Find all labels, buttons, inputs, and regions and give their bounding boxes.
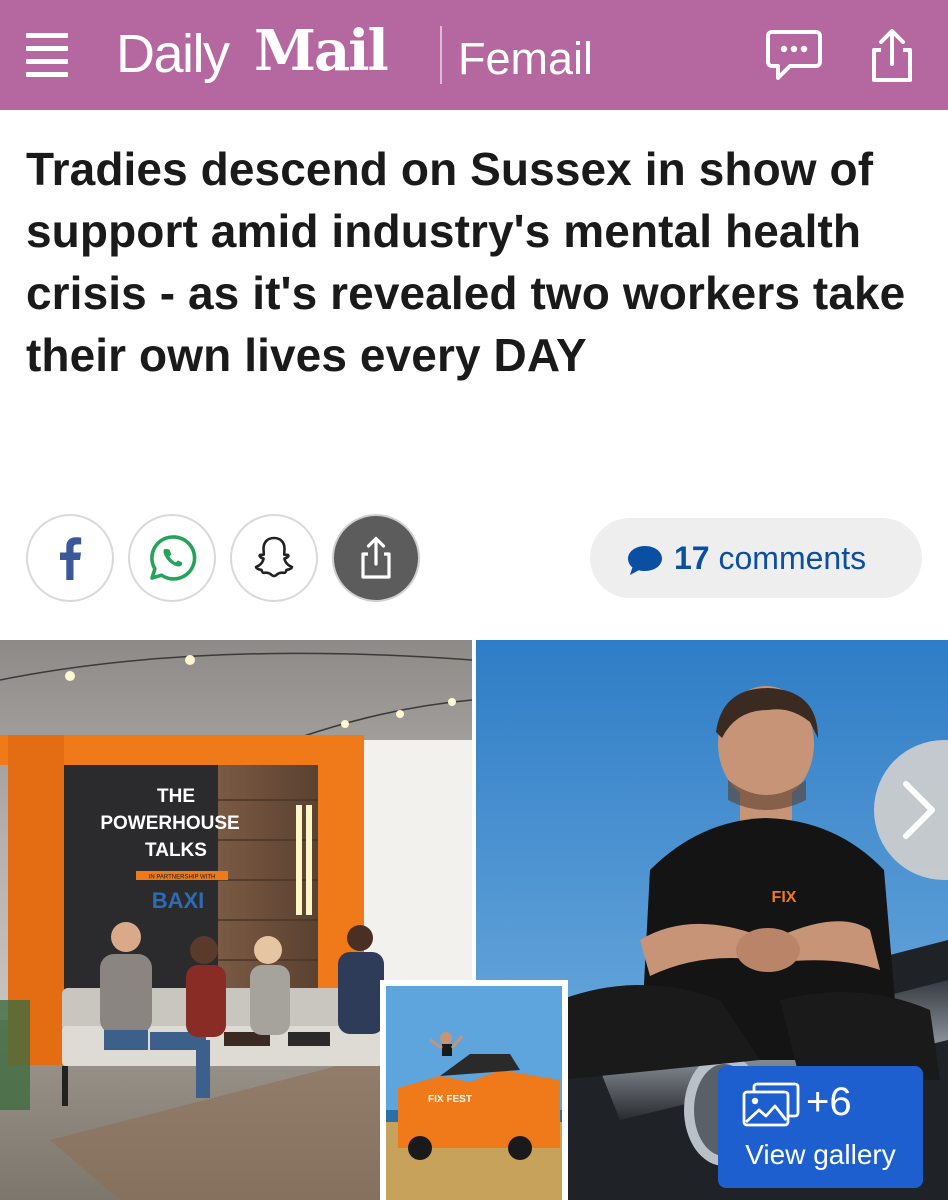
facebook-share-button[interactable] (26, 514, 114, 602)
share-icon (872, 29, 912, 82)
top-bar: Daily Mail Femail (0, 0, 948, 110)
shirt-logo: FIX (772, 889, 797, 906)
sign-brand: BAXI (152, 888, 205, 913)
share-icon (361, 536, 391, 579)
gallery-images-icon (742, 1082, 800, 1127)
chevron-right-icon (903, 781, 935, 839)
sign-partner: IN PARTNERSHIP WITH (149, 875, 216, 881)
snapchat-share-button[interactable] (230, 514, 318, 602)
view-gallery-button[interactable]: +6 View gallery (718, 1066, 923, 1188)
gallery-next-button[interactable] (874, 740, 948, 880)
brand-logo-mail[interactable]: Mail (254, 18, 389, 84)
snapchat-icon (254, 536, 294, 578)
sign-line-1: THE (157, 786, 195, 807)
article-image-gallery[interactable]: THE POWERHOUSE TALKS IN PARTNERSHIP WITH… (0, 640, 948, 1200)
section-title[interactable]: Femail (458, 32, 593, 86)
comments-header-button[interactable] (764, 26, 824, 86)
more-share-button[interactable] (332, 514, 420, 602)
hamburger-menu-icon[interactable] (26, 32, 70, 78)
brand-logo-daily[interactable]: Daily (116, 24, 230, 84)
header-divider (440, 26, 442, 84)
speech-bubble-icon (766, 30, 822, 80)
comment-count: 17 (674, 540, 710, 576)
whatsapp-share-button[interactable] (128, 514, 216, 602)
sign-line-3: TALKS (145, 840, 207, 861)
whatsapp-icon (150, 535, 197, 581)
share-header-button[interactable] (862, 26, 922, 86)
facebook-icon (60, 537, 82, 580)
article-headline: Tradies descend on Sussex in show of sup… (26, 143, 906, 381)
comments-label: comments (718, 540, 867, 576)
gallery-label: View gallery (745, 1139, 896, 1170)
gallery-count: +6 (806, 1080, 852, 1124)
comments-button[interactable]: 17 comments (590, 518, 922, 598)
sign-line-2: POWERHOUSE (100, 813, 239, 834)
comment-bubble-icon (628, 546, 662, 575)
van-logo: FIX FEST (428, 1094, 472, 1105)
